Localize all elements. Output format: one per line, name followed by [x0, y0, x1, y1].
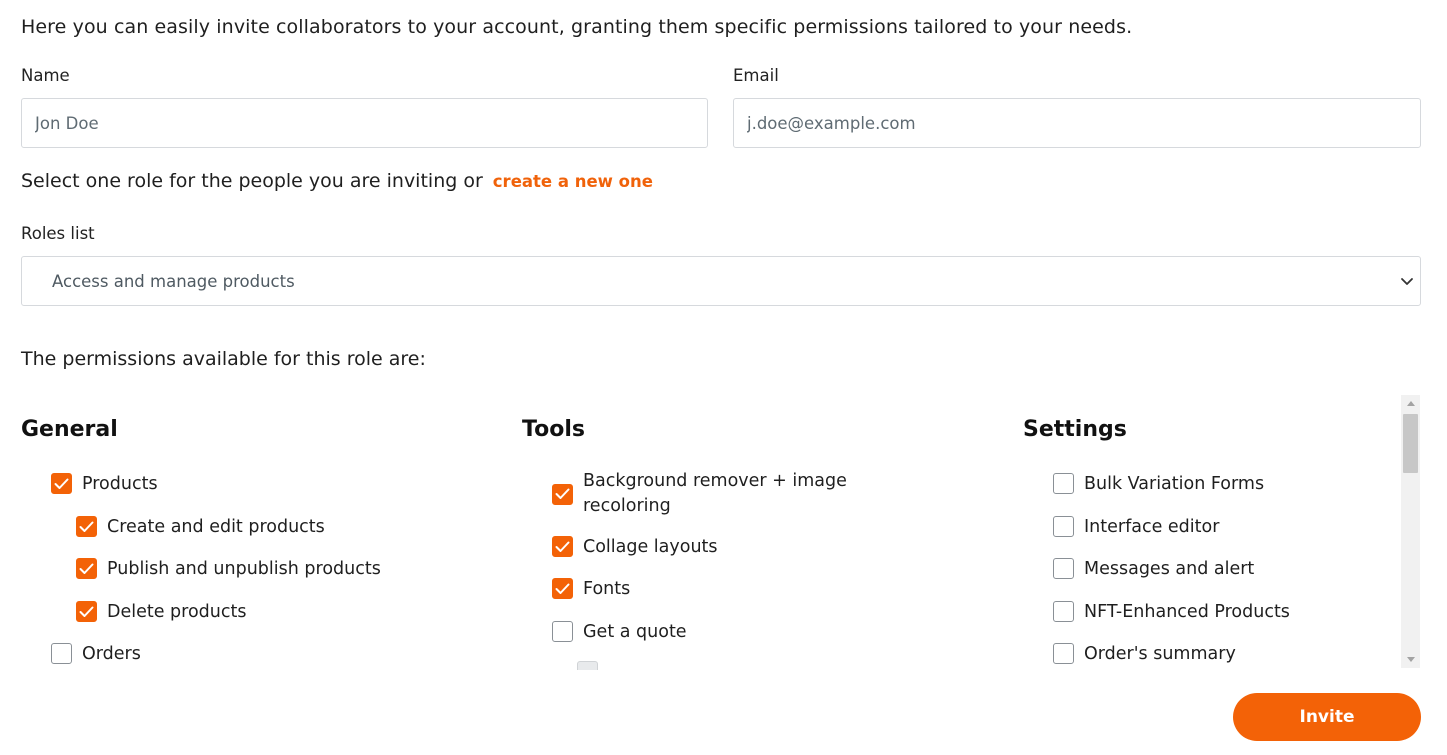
perm-label: Orders	[82, 643, 141, 664]
perm-label: Delete products	[107, 601, 247, 622]
perm-bulk-variation-forms[interactable]: Bulk Variation Forms	[1053, 473, 1264, 494]
permissions-panel: General Products Create and edit product…	[0, 395, 1400, 670]
perm-label: Collage layouts	[583, 536, 718, 557]
permissions-title: The permissions available for this role …	[21, 348, 426, 370]
perm-products[interactable]: Products	[51, 473, 158, 494]
perm-messages-alert[interactable]: Messages and alert	[1053, 558, 1254, 579]
checkbox-unchecked-icon[interactable]	[1053, 601, 1074, 622]
create-role-link[interactable]: create a new one	[493, 172, 653, 191]
perm-publish-products[interactable]: Publish and unpublish products	[76, 558, 381, 579]
intro-text: Here you can easily invite collaborators…	[21, 16, 1133, 38]
column-title-general: General	[21, 417, 118, 442]
perm-label: Interface editor	[1084, 516, 1220, 537]
perm-interface-editor[interactable]: Interface editor	[1053, 516, 1219, 537]
perm-label: Order's summary	[1084, 643, 1236, 664]
perm-nft-products[interactable]: NFT-Enhanced Products	[1053, 601, 1290, 622]
checkbox-unchecked-icon[interactable]	[1053, 516, 1074, 537]
checkbox-icon	[577, 661, 598, 670]
role-prompt-line: Select one role for the people you are i…	[21, 170, 653, 192]
invite-button[interactable]: Invite	[1233, 693, 1421, 741]
perm-delete-products[interactable]: Delete products	[76, 601, 247, 622]
perm-orders-summary[interactable]: Order's summary	[1053, 643, 1236, 664]
checkbox-unchecked-icon[interactable]	[1053, 473, 1074, 494]
email-input[interactable]	[733, 98, 1421, 148]
scroll-up-arrow-icon[interactable]	[1401, 395, 1420, 412]
column-title-settings: Settings	[1023, 417, 1127, 442]
perm-label: Get a quote	[583, 621, 687, 642]
perm-create-edit-products[interactable]: Create and edit products	[76, 516, 325, 537]
permissions-scrollbar[interactable]	[1401, 395, 1420, 668]
email-label: Email	[733, 66, 779, 85]
checkbox-checked-icon[interactable]	[552, 483, 573, 505]
perm-label: Messages and alert	[1084, 558, 1255, 579]
roles-list-label: Roles list	[21, 224, 95, 243]
scroll-down-arrow-icon[interactable]	[1401, 651, 1420, 668]
scrollbar-thumb[interactable]	[1403, 414, 1418, 473]
column-title-tools: Tools	[522, 417, 585, 442]
role-prompt: Select one role for the people you are i…	[21, 170, 483, 192]
perm-background-remover[interactable]: Background remover + image recoloring	[552, 469, 853, 519]
chevron-down-icon	[1401, 278, 1413, 285]
perm-label: NFT-Enhanced Products	[1084, 601, 1290, 622]
perm-get-a-quote[interactable]: Get a quote	[552, 621, 687, 642]
checkbox-checked-icon[interactable]	[552, 578, 573, 599]
checkbox-unchecked-icon[interactable]	[1053, 643, 1074, 664]
perm-label: Background remover + image recoloring	[583, 471, 847, 516]
name-input[interactable]	[21, 98, 708, 148]
perm-partial-hidden	[577, 661, 608, 670]
roles-select[interactable]: Access and manage products	[21, 256, 1421, 306]
checkbox-checked-icon[interactable]	[51, 473, 72, 494]
perm-label: Fonts	[583, 578, 631, 599]
perm-collage-layouts[interactable]: Collage layouts	[552, 536, 718, 557]
checkbox-unchecked-icon[interactable]	[552, 621, 573, 642]
perm-label: Bulk Variation Forms	[1084, 473, 1265, 494]
checkbox-unchecked-icon[interactable]	[1053, 558, 1074, 579]
checkbox-checked-icon[interactable]	[76, 558, 97, 579]
checkbox-unchecked-icon[interactable]	[51, 643, 72, 664]
perm-label: Products	[82, 473, 158, 494]
roles-select-value: Access and manage products	[52, 271, 295, 291]
checkbox-checked-icon[interactable]	[552, 536, 573, 557]
perm-fonts[interactable]: Fonts	[552, 578, 630, 599]
perm-label: Create and edit products	[107, 516, 325, 537]
name-label: Name	[21, 66, 70, 85]
perm-orders[interactable]: Orders	[51, 643, 141, 664]
perm-label: Publish and unpublish products	[107, 558, 381, 579]
checkbox-checked-icon[interactable]	[76, 516, 97, 537]
checkbox-checked-icon[interactable]	[76, 601, 97, 622]
